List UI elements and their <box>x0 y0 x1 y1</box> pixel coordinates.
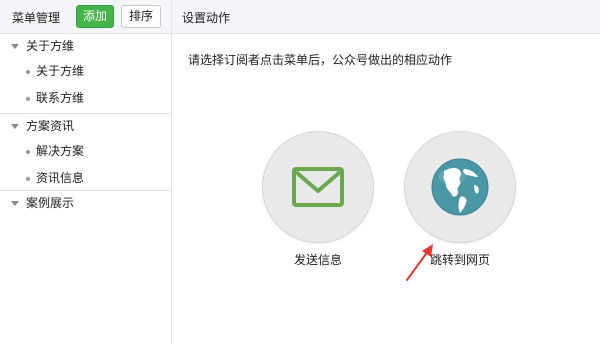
action-description: 请选择订阅者点击菜单后，公众号做出的相应动作 <box>188 53 453 67</box>
caret-down-icon <box>11 44 19 49</box>
menu-group-header[interactable]: 关于方维 <box>0 34 171 58</box>
menu-group-label: 关于方维 <box>26 39 75 53</box>
menu-group-label: 方案资讯 <box>26 119 75 133</box>
bullet-icon <box>26 97 30 101</box>
menu-sub-item-label: 关于方维 <box>36 64 85 78</box>
sort-button[interactable]: 排序 <box>121 5 161 28</box>
menu-management-title: 菜单管理 <box>12 11 61 25</box>
menu-sidebar: 关于方维 关于方维 联系方维 方案资讯 解决方案 资讯信息 案例展示 <box>0 34 172 344</box>
send-message-action[interactable]: 发送信息 <box>262 131 374 268</box>
menu-sub-item-label: 联系方维 <box>36 91 85 105</box>
action-settings-header: 设置动作 <box>172 0 600 34</box>
bullet-icon <box>26 70 30 74</box>
menu-sub-item-label: 资讯信息 <box>36 171 85 185</box>
caret-down-icon <box>11 201 19 206</box>
action-settings-title: 设置动作 <box>182 11 231 25</box>
jump-to-webpage-circle[interactable] <box>404 131 516 243</box>
add-button[interactable]: 添加 <box>76 5 114 28</box>
action-panel: 请选择订阅者点击菜单后，公众号做出的相应动作 发送信息 跳转到网页 <box>172 34 600 344</box>
menu-group-label: 案例展示 <box>26 196 75 210</box>
menu-management-header: 菜单管理 添加 排序 <box>0 0 172 34</box>
bullet-icon <box>26 177 30 181</box>
menu-sub-item-label: 解决方案 <box>36 144 85 158</box>
red-arrow-annotation <box>406 244 433 281</box>
menu-sub-item[interactable]: 解决方案 <box>0 138 171 165</box>
envelope-icon <box>292 167 344 207</box>
globe-icon <box>431 158 489 216</box>
menu-group-cases: 案例展示 <box>0 191 171 215</box>
menu-group-header[interactable]: 案例展示 <box>0 191 171 215</box>
caret-down-icon <box>11 124 19 129</box>
menu-group-solutions: 方案资讯 解决方案 资讯信息 <box>0 114 171 191</box>
send-message-label: 发送信息 <box>293 253 342 267</box>
menu-sub-item[interactable]: 资讯信息 <box>0 165 171 192</box>
menu-group-header[interactable]: 方案资讯 <box>0 114 171 138</box>
send-message-circle[interactable] <box>262 131 374 243</box>
menu-sub-item[interactable]: 关于方维 <box>0 58 171 85</box>
bullet-icon <box>26 150 30 154</box>
menu-group-about: 关于方维 关于方维 联系方维 <box>0 34 171 114</box>
menu-sub-item[interactable]: 联系方维 <box>0 85 171 112</box>
